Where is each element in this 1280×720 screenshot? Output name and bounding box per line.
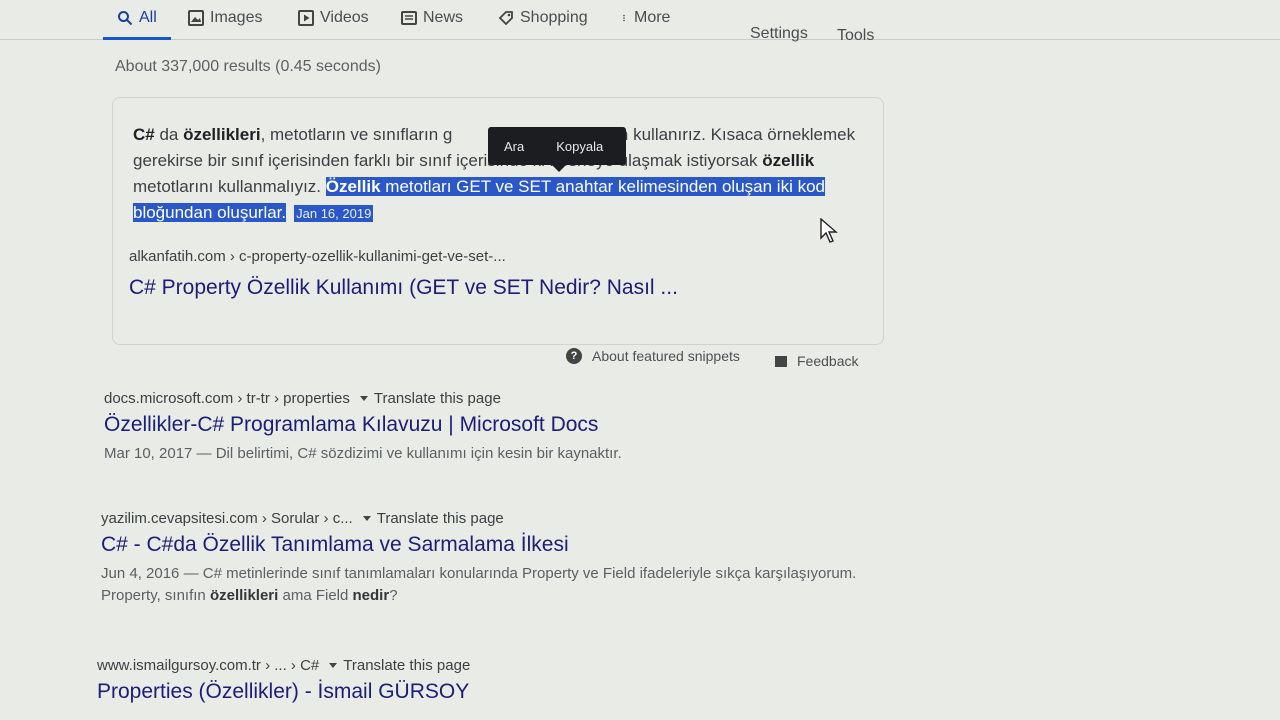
result-description-bold: özellikleri [209,587,279,604]
video-icon [298,10,314,26]
popup-search-button[interactable]: Ara [488,139,540,154]
result-url[interactable]: www.ismailgursoy.com.tr › ... › C# [97,657,319,674]
snippet-text-part: , metotların ve sınıfların g [260,125,453,144]
tab-videos[interactable]: Videos [298,2,369,34]
feedback-icon [775,355,787,367]
translate-link[interactable]: Translate this page [374,390,501,407]
result-url[interactable]: yazilim.cevapsitesi.com › Sorular › c... [101,510,353,527]
tab-videos-label: Videos [320,9,369,26]
snippet-text-bold: özellik [762,151,815,170]
tab-shopping-label: Shopping [520,9,588,26]
translate-link[interactable]: Translate this page [343,657,470,674]
result-title-link[interactable]: Özellikler-C# Programlama Kılavuzu | Mic… [104,413,864,437]
dropdown-arrow-icon[interactable] [362,516,371,521]
result-description: Jun 4, 2016 — C# metinlerinde sınıf tanı… [101,563,861,607]
snippet-cite[interactable]: alkanfatih.com › c-property-ozellik-kull… [129,248,506,265]
tab-news-label: News [423,9,464,26]
result-title-link[interactable]: C# - C#da Özellik Tanımlama ve Sarmalama… [101,533,861,557]
search-tabs-bar: All Images Videos News Shopping More Set… [0,0,1280,44]
tab-shopping[interactable]: Shopping [498,2,588,34]
snippet-text-bold: özellikleri [183,125,261,144]
result-title-link[interactable]: Properties (Özellikler) - İsmail GÜRSOY [97,680,857,704]
result-cite: www.ismailgursoy.com.tr › ... › C# Trans… [97,657,857,674]
tab-all[interactable]: All [103,2,171,40]
more-vert-icon [623,14,625,22]
snippet-text-part: da [154,125,184,144]
result-cite: yazilim.cevapsitesi.com › Sorular › c...… [101,510,861,527]
result-description-part: ama Field [278,587,353,604]
tab-news[interactable]: News [401,2,463,34]
feedback-link[interactable]: Feedback [775,353,858,369]
snippet-date: Jan 16, 2019 [294,205,374,222]
image-icon [188,10,204,26]
settings-link[interactable]: Settings [750,18,808,50]
tab-images-label: Images [210,9,263,26]
about-featured-snippets-label: About featured snippets [592,348,740,364]
feedback-label: Feedback [797,353,859,369]
tab-images[interactable]: Images [188,2,262,34]
result-description: Mar 10, 2017 — Dil belirtimi, C# sözdizi… [104,445,622,462]
result-cite: docs.microsoft.com › tr-tr › properties … [104,390,864,407]
search-result: www.ismailgursoy.com.tr › ... › C# Trans… [97,657,857,704]
selection-popup: Ara Kopyala [488,127,626,172]
selected-text-bold: Özellik [325,177,381,196]
tag-icon [498,11,513,26]
result-description-bold: nedir [352,587,390,604]
about-featured-snippets-link[interactable]: ? About featured snippets [566,348,740,364]
snippet-title-link[interactable]: C# Property Özellik Kullanımı (GET ve SE… [129,276,678,300]
tab-all-label: All [139,9,157,26]
result-description-part: ? [389,587,398,604]
popup-copy-button[interactable]: Kopyala [540,139,619,154]
search-result: docs.microsoft.com › tr-tr › properties … [104,390,864,465]
snippet-text-bold: C# [133,125,155,144]
tools-link[interactable]: Tools [837,20,874,52]
result-stats: About 337,000 results (0.45 seconds) [115,58,381,75]
help-icon: ? [566,348,582,364]
tab-more[interactable]: More [622,2,670,34]
snippet-text-part: metotlarını kullanmalıyız. [133,177,326,196]
search-icon [118,11,133,26]
dropdown-arrow-icon[interactable] [359,396,368,401]
tab-more-label: More [634,9,671,26]
dropdown-arrow-icon[interactable] [329,663,338,668]
search-result: yazilim.cevapsitesi.com › Sorular › c...… [101,510,861,607]
mouse-cursor-icon [820,218,838,243]
translate-link[interactable]: Translate this page [377,510,504,527]
news-icon [401,11,417,25]
result-url[interactable]: docs.microsoft.com › tr-tr › properties [104,390,350,407]
